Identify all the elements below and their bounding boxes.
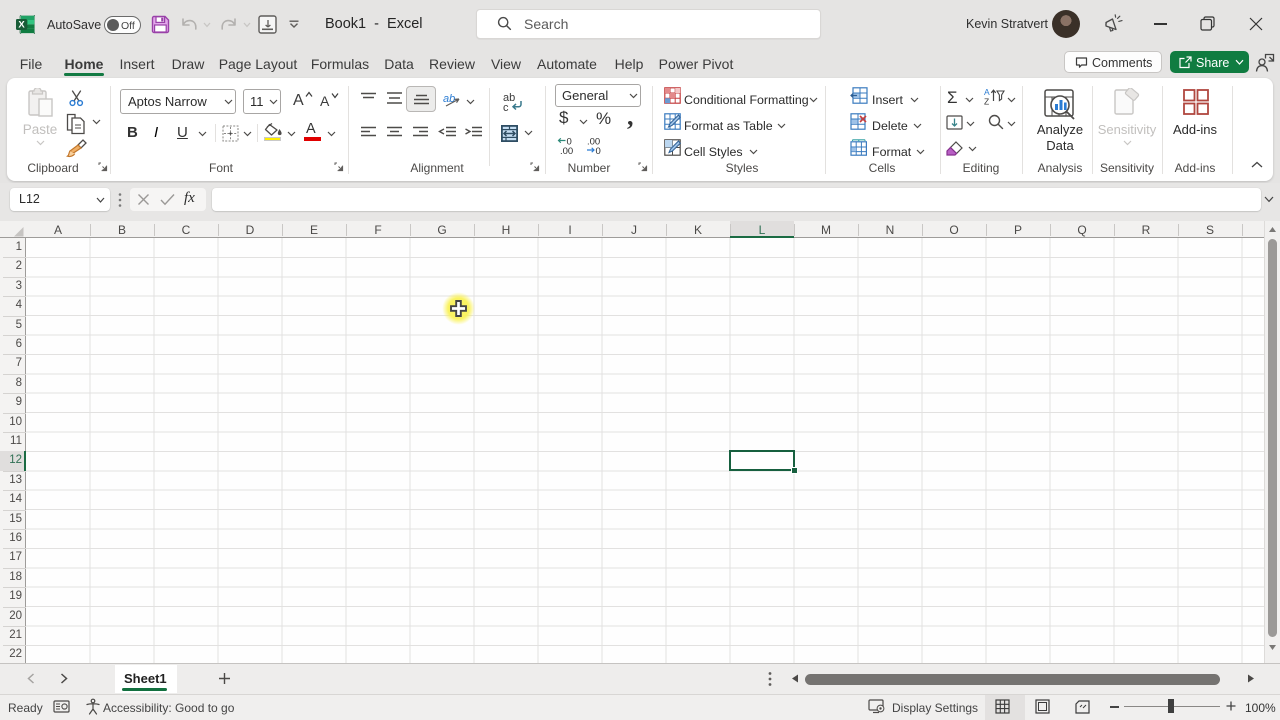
svg-text:.00: .00 xyxy=(560,146,573,155)
svg-text:ab: ab xyxy=(443,93,455,105)
svg-text:0: 0 xyxy=(596,146,601,155)
svg-text:c: c xyxy=(503,102,509,113)
svg-text:X: X xyxy=(18,20,25,31)
svg-text:A: A xyxy=(984,87,990,97)
svg-text:Z: Z xyxy=(984,97,989,106)
